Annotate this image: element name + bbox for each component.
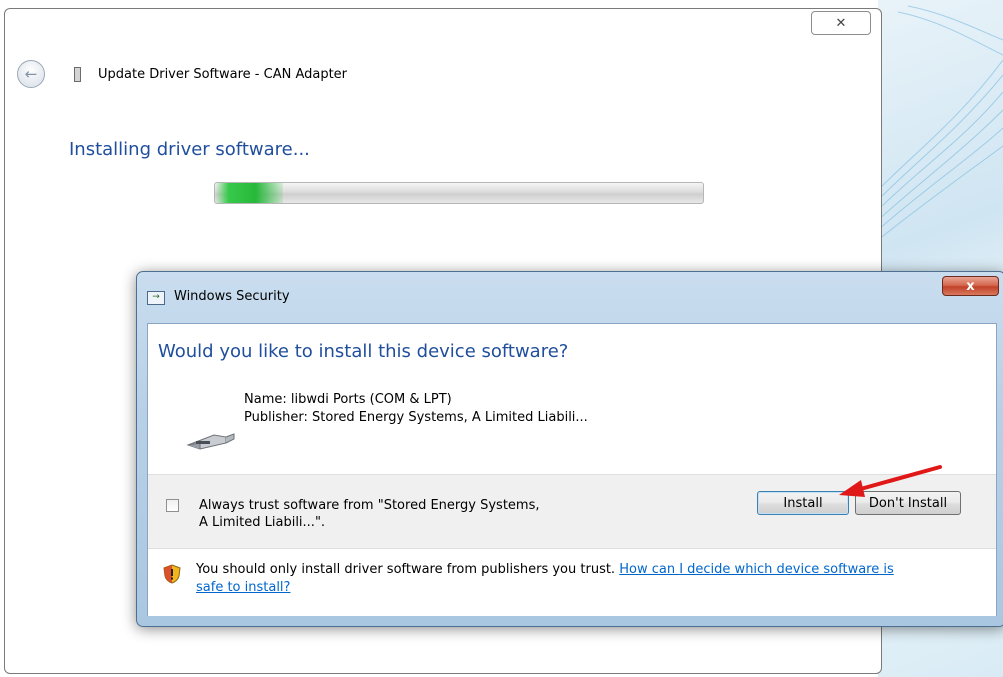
shield-warning-icon	[163, 564, 181, 584]
windows-security-dialog: → Windows Security x Would you like to i…	[136, 271, 1003, 627]
progress-fill	[215, 183, 284, 203]
red-annotation-arrow	[839, 465, 942, 497]
help-link[interactable]: How can I decide which device software i…	[619, 562, 894, 577]
device-publisher: Publisher: Stored Energy Systems, A Limi…	[244, 410, 588, 425]
usb-cable-icon	[186, 433, 235, 450]
device-icon	[74, 67, 81, 82]
always-trust-label-line1: Always trust software from "Stored Energ…	[199, 498, 540, 513]
warning-text-line2: safe to install?	[196, 580, 290, 595]
install-progress-bar	[214, 182, 704, 204]
warning-text-line1: You should only install driver software …	[196, 562, 894, 577]
always-trust-checkbox[interactable]	[166, 499, 179, 512]
back-button[interactable]: ←	[17, 60, 45, 88]
dialog-close-button[interactable]: x	[942, 276, 999, 296]
back-arrow-icon: ←	[24, 65, 38, 83]
always-trust-label-line2: A Limited Liabili...".	[199, 515, 326, 530]
dialog-title: Windows Security	[174, 289, 290, 304]
window-title: Update Driver Software - CAN Adapter	[98, 67, 348, 82]
close-icon: ✕	[835, 15, 847, 31]
help-link-continued[interactable]: safe to install?	[196, 580, 290, 595]
install-question: Would you like to install this device so…	[158, 341, 569, 362]
window-close-button[interactable]: ✕	[811, 11, 871, 35]
close-icon: x	[966, 278, 975, 294]
installing-heading: Installing driver software...	[69, 139, 310, 160]
security-window-icon: →	[147, 291, 165, 305]
device-name: Name: libwdi Ports (COM & LPT)	[244, 392, 452, 407]
warning-row: You should only install driver software …	[148, 548, 996, 616]
warning-text: You should only install driver software …	[196, 562, 616, 577]
